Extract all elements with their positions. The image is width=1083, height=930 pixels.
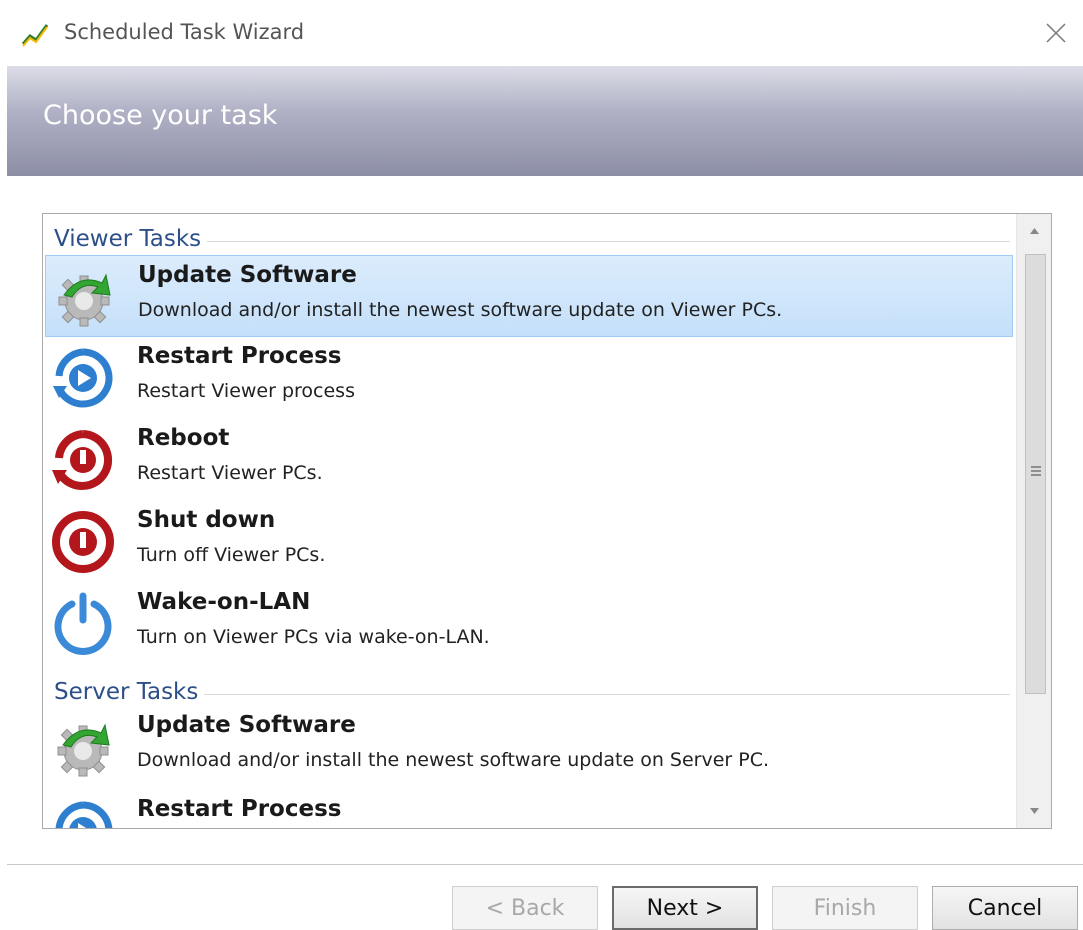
task-description: Turn on Viewer PCs via wake-on-LAN. [137, 626, 490, 648]
page-title: Choose your task [43, 100, 278, 131]
task-title: Reboot [137, 425, 230, 451]
header-banner: Choose your task [7, 66, 1083, 176]
footer-divider [7, 864, 1083, 865]
restart-process-icon [55, 801, 113, 828]
task-title: Update Software [138, 262, 357, 288]
task-description: Turn off Viewer PCs. [137, 544, 326, 566]
task-title: Restart Process [137, 343, 342, 369]
task-title: Restart Process [137, 796, 342, 822]
scroll-down-arrow-icon[interactable] [1017, 794, 1052, 828]
reboot-icon [52, 430, 112, 490]
group-header-server: Server Tasks [43, 671, 1015, 705]
window-title: Scheduled Task Wizard [64, 20, 305, 44]
finish-button[interactable]: Finish [772, 886, 918, 930]
task-title: Update Software [137, 712, 356, 738]
task-item-update-software-server[interactable]: Update Software Download and/or install … [45, 706, 1013, 788]
restart-process-icon [53, 348, 113, 408]
update-gear-icon [57, 723, 110, 777]
update-gear-icon [58, 273, 111, 327]
scroll-thumb[interactable] [1025, 254, 1046, 694]
vertical-scrollbar[interactable] [1016, 214, 1052, 828]
chart-line-icon [21, 24, 49, 47]
task-title: Shut down [137, 507, 276, 533]
task-description: Download and/or install the newest softw… [138, 299, 783, 321]
task-item-restart-process-viewer[interactable]: Restart Process Restart Viewer process [45, 337, 1013, 419]
next-button[interactable]: Next > [612, 886, 758, 930]
shutdown-icon [52, 511, 114, 573]
task-item-restart-process-server[interactable]: Restart Process [45, 790, 1013, 828]
task-item-shutdown-viewer[interactable]: Shut down Turn off Viewer PCs. [45, 501, 1013, 583]
cancel-button[interactable]: Cancel [932, 886, 1078, 930]
power-icon [54, 592, 112, 655]
group-label: Viewer Tasks [54, 226, 208, 252]
task-item-wake-on-lan-viewer[interactable]: Wake-on-LAN Turn on Viewer PCs via wake-… [45, 583, 1013, 665]
task-description: Download and/or install the newest softw… [137, 749, 770, 771]
title-bar: Scheduled Task Wizard [0, 0, 1083, 66]
task-description: Restart Viewer PCs. [137, 462, 323, 484]
task-item-update-software-viewer[interactable]: Update Software Download and/or install … [45, 255, 1013, 337]
task-list-content: Viewer Tasks Update Software Download an… [43, 214, 1015, 828]
group-label: Server Tasks [54, 679, 205, 705]
scroll-up-arrow-icon[interactable] [1017, 214, 1052, 248]
task-description: Restart Viewer process [137, 380, 355, 402]
back-button[interactable]: < Back [452, 886, 598, 930]
task-list[interactable]: Viewer Tasks Update Software Download an… [42, 213, 1052, 829]
grip-icon [1031, 466, 1041, 476]
task-title: Wake-on-LAN [137, 589, 311, 615]
task-item-reboot-viewer[interactable]: Reboot Restart Viewer PCs. [45, 419, 1013, 501]
group-header-viewer: Viewer Tasks [43, 218, 1015, 252]
close-icon[interactable] [1039, 16, 1073, 50]
